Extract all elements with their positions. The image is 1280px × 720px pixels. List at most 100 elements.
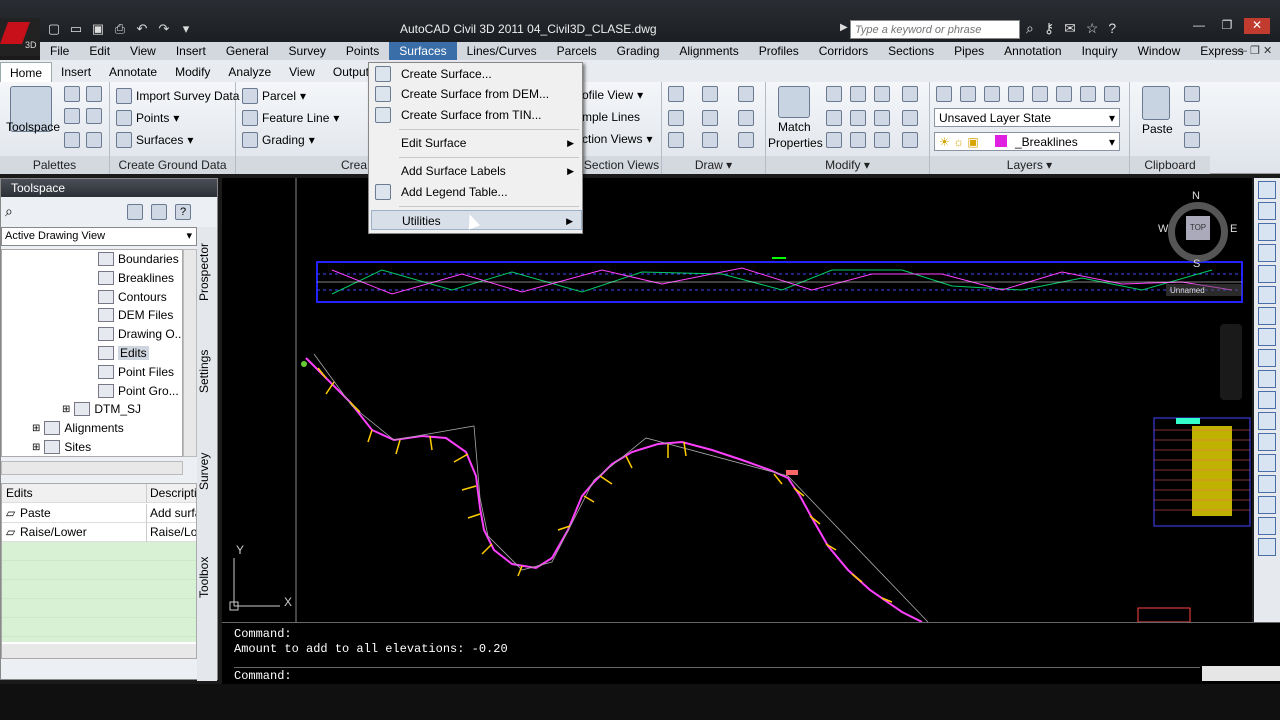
tab-analyze[interactable]: Analyze: [219, 62, 280, 82]
stretch-icon[interactable]: [826, 132, 842, 148]
erase-icon[interactable]: [902, 132, 918, 148]
circle-icon[interactable]: [702, 110, 718, 126]
tool-circle-icon[interactable]: [1258, 286, 1276, 304]
menu-sections[interactable]: Sections: [878, 42, 944, 60]
tool-text-icon[interactable]: [1258, 496, 1276, 514]
tool-point-icon[interactable]: [1258, 412, 1276, 430]
cut-icon[interactable]: [1184, 86, 1200, 102]
tree-item-sites[interactable]: ⊞ Sites: [32, 440, 91, 454]
toolspace-title[interactable]: Toolspace: [1, 179, 217, 197]
save-icon[interactable]: ▣: [90, 21, 106, 37]
tool-insert-icon[interactable]: [1258, 370, 1276, 388]
properties-button[interactable]: Properties: [768, 136, 823, 150]
doc-window-controls[interactable]: — ❐ ✕: [1236, 44, 1272, 57]
layer-off-icon[interactable]: [984, 86, 1000, 102]
menu-general[interactable]: General: [216, 42, 279, 60]
table-row[interactable]: ▱Raise/LowerRaise/Low: [2, 523, 196, 542]
tab-home[interactable]: Home: [0, 62, 53, 82]
menu-alignments[interactable]: Alignments: [669, 42, 748, 60]
match-button[interactable]: Match: [778, 120, 811, 134]
ellipse-icon[interactable]: [702, 132, 718, 148]
view-select[interactable]: Active Drawing View ▾: [1, 227, 197, 246]
viewcube[interactable]: TOP N S W E: [1158, 190, 1238, 270]
tool-ellipse-icon[interactable]: [1258, 349, 1276, 367]
expand-icon[interactable]: ⊞: [32, 442, 40, 453]
trim-icon[interactable]: [874, 86, 890, 102]
ground-data-title[interactable]: Create Ground Data: [110, 156, 235, 174]
menu-points[interactable]: Points: [336, 42, 389, 60]
expand-icon[interactable]: ⊞: [62, 404, 70, 415]
tool-cloud-icon[interactable]: [1258, 307, 1276, 325]
search-arrow-icon[interactable]: ▶: [840, 22, 848, 33]
menu-file[interactable]: File: [40, 42, 79, 60]
layer-isolate-icon[interactable]: [960, 86, 976, 102]
menu-item-create-surface[interactable]: Create Surface...: [371, 64, 582, 84]
menu-item-edit-surface[interactable]: Edit Surface ▶: [371, 133, 582, 153]
tool-block-icon[interactable]: [1258, 391, 1276, 409]
help-icon[interactable]: ?: [1108, 20, 1116, 37]
print-icon[interactable]: ⎙: [112, 21, 128, 37]
tool-poly-icon[interactable]: [1258, 223, 1276, 241]
paste-icon[interactable]: [1142, 86, 1170, 120]
list-view-icon[interactable]: [151, 204, 167, 220]
create-design-title[interactable]: Crea: [236, 156, 369, 174]
tab-annotate[interactable]: Annotate: [100, 62, 166, 82]
tree-item-point-gro-[interactable]: Point Gro...: [98, 383, 179, 398]
app-logo[interactable]: 3D: [0, 18, 40, 56]
open-icon[interactable]: ▭: [68, 21, 84, 37]
layers-title[interactable]: Layers ▾: [930, 156, 1129, 174]
import-survey-button[interactable]: Import Survey Data: [116, 88, 239, 104]
layer-walk-icon[interactable]: [1104, 86, 1120, 102]
tool-arc-icon[interactable]: [1258, 265, 1276, 283]
compass-north[interactable]: N: [1192, 190, 1200, 202]
feature-line-button[interactable]: Feature Line ▾: [242, 110, 339, 126]
menu-annotation[interactable]: Annotation: [994, 42, 1071, 60]
comm-icon[interactable]: ✉: [1064, 20, 1076, 37]
layer-properties-icon[interactable]: [936, 86, 952, 102]
rotate-icon[interactable]: [850, 86, 866, 102]
layer-lock-icon[interactable]: [1032, 86, 1048, 102]
menu-survey[interactable]: Survey: [279, 42, 336, 60]
search-input[interactable]: [850, 20, 1020, 39]
command-prompt[interactable]: Command:: [234, 667, 1200, 683]
compass-west[interactable]: W: [1158, 223, 1168, 235]
surfaces-button[interactable]: Surfaces ▾: [116, 132, 193, 148]
minimize-button[interactable]: —: [1186, 18, 1212, 34]
compass-south[interactable]: S: [1193, 258, 1200, 270]
qat-dropdown-icon[interactable]: ▾: [178, 21, 194, 37]
offset-icon[interactable]: [902, 110, 918, 126]
menu-profiles[interactable]: Profiles: [749, 42, 809, 60]
modify-title[interactable]: Modify ▾: [766, 156, 929, 174]
arc-icon[interactable]: [738, 86, 754, 102]
tree-item-contours[interactable]: Contours: [98, 289, 167, 304]
scale-icon[interactable]: [850, 132, 866, 148]
tool-spline-icon[interactable]: [1258, 328, 1276, 346]
vtab-prospector[interactable]: Prospector: [197, 227, 217, 317]
drawing-canvas[interactable]: Unnamed Y X: [222, 178, 1252, 622]
compass-east[interactable]: E: [1230, 223, 1237, 235]
fillet-icon[interactable]: [850, 110, 866, 126]
extend-icon[interactable]: [874, 110, 890, 126]
close-button[interactable]: ✕: [1244, 18, 1270, 34]
tree-item-dtm-sj[interactable]: ⊞ DTM_SJ: [62, 402, 141, 417]
survey-icon[interactable]: [64, 108, 80, 124]
tree-item-point-files[interactable]: Point Files: [98, 364, 174, 379]
maximize-button[interactable]: ❐: [1214, 18, 1240, 34]
tree-item-edits[interactable]: Edits: [98, 346, 149, 360]
menu-window[interactable]: Window: [1128, 42, 1191, 60]
match-properties-icon[interactable]: [778, 86, 810, 118]
construction-line-icon[interactable]: [668, 132, 684, 148]
layer-combo[interactable]: ☀ ☼ ▣ _Breaklines ▾: [934, 132, 1120, 151]
menu-item-add-surface-labels[interactable]: Add Surface Labels ▶: [371, 161, 582, 181]
menu-inquiry[interactable]: Inquiry: [1072, 42, 1128, 60]
expand-icon[interactable]: ⊞: [32, 423, 40, 434]
tool-line-icon[interactable]: [1258, 181, 1276, 199]
tree-item-drawing-o-[interactable]: Drawing O...: [98, 327, 182, 342]
section-views-button[interactable]: ction Views ▾: [582, 132, 653, 146]
table-row[interactable]: ▱PasteAdd surfa: [2, 504, 196, 523]
tool-hatch-icon[interactable]: [1258, 433, 1276, 451]
command-scrollbar[interactable]: [1202, 666, 1280, 681]
tree-item-alignments[interactable]: ⊞ Alignments: [32, 421, 124, 436]
tool-region-icon[interactable]: [1258, 454, 1276, 472]
vtab-settings[interactable]: Settings: [197, 323, 217, 419]
